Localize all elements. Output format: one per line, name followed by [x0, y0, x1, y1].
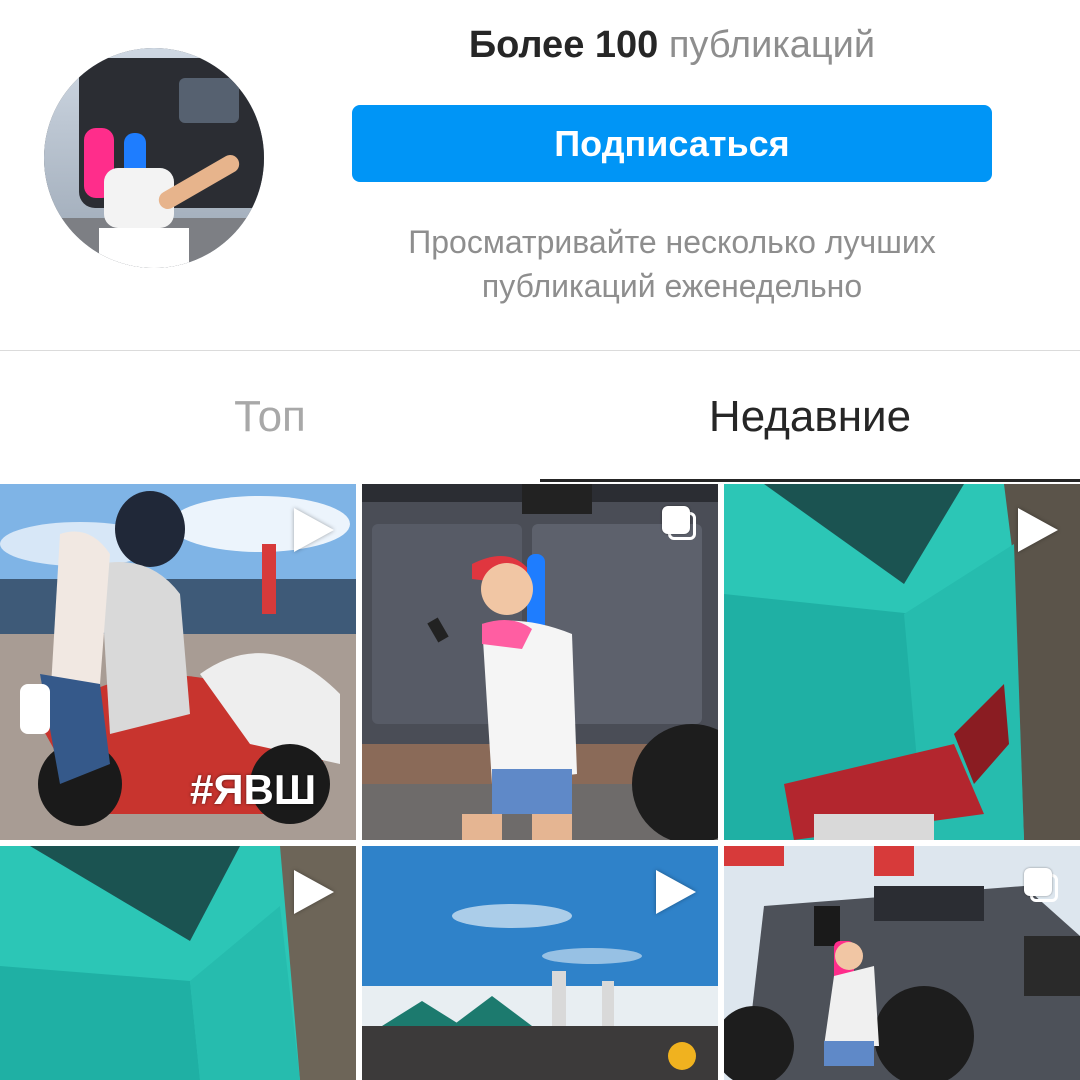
carousel-icon [1024, 868, 1058, 902]
feed-tabs: Топ Недавние [0, 351, 1080, 483]
publication-count-word: публикаций [668, 24, 876, 66]
post-tile-4[interactable] [0, 846, 356, 1080]
carousel-icon [662, 506, 696, 540]
tab-recent[interactable]: Недавние [540, 351, 1080, 483]
avatar-stand [99, 228, 189, 268]
posts-grid: #ЯВШ [0, 484, 1080, 1080]
post-tile-3[interactable] [724, 484, 1080, 840]
video-play-icon [294, 870, 334, 914]
video-play-icon [656, 870, 696, 914]
post-overlay-hashtag: #ЯВШ [190, 766, 317, 813]
video-play-icon [294, 508, 334, 552]
publication-count-number: Более 100 [468, 24, 659, 66]
publication-count: Более 100 публикаций [352, 22, 992, 68]
post-tile-6[interactable] [724, 846, 1080, 1080]
tab-top[interactable]: Топ [0, 351, 540, 483]
post-tile-2[interactable] [362, 484, 718, 840]
subscribe-button[interactable]: Подписаться [352, 105, 992, 182]
video-play-icon [1018, 508, 1058, 552]
post-tile-1[interactable]: #ЯВШ [0, 484, 356, 840]
active-tab-indicator [540, 479, 1080, 482]
post-tile-5[interactable] [362, 846, 718, 1080]
subscribe-hint: Просматривайте несколько лучших публикац… [408, 224, 936, 304]
avatar-truck-window [179, 78, 239, 123]
profile-avatar[interactable] [44, 48, 264, 268]
profile-header: Более 100 публикаций Подписаться Просмат… [0, 0, 1080, 350]
